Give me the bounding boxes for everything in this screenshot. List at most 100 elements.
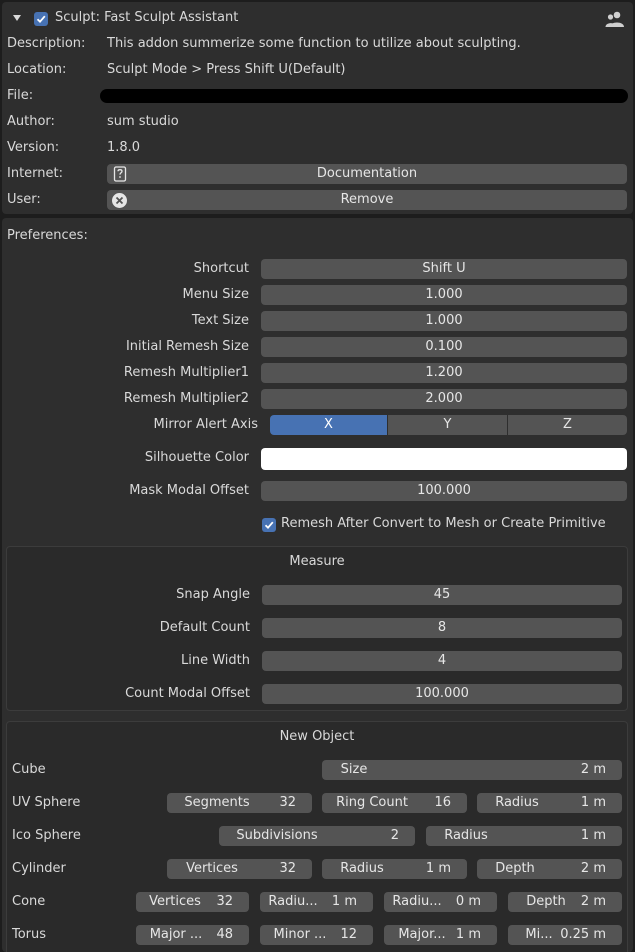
torus-major-segments-value: 48	[216, 927, 233, 942]
remesh-after-checkbox[interactable]	[262, 518, 276, 532]
cone-radius1-field[interactable]: Radiu... 1 m	[260, 892, 373, 912]
cone-depth-key: Depth	[526, 894, 566, 909]
ico-sphere-radius-key: Radius	[444, 828, 488, 843]
addon-enable-checkbox[interactable]	[34, 12, 48, 26]
menu-size-field[interactable]: 1.000	[261, 285, 627, 305]
description-label: Description:	[7, 36, 86, 51]
remesh-mult2-value: 2.000	[425, 391, 463, 406]
default-count-field[interactable]: 8	[262, 618, 622, 638]
line-width-value: 4	[437, 653, 447, 668]
mask-offset-value: 100.000	[417, 483, 471, 498]
uv-sphere-label: UV Sphere	[12, 795, 81, 810]
shortcut-label: Shortcut	[193, 261, 249, 276]
torus-minor-segments-field[interactable]: Minor ... 12	[260, 925, 373, 945]
snap-angle-field[interactable]: 45	[262, 585, 622, 605]
line-width-label: Line Width	[181, 653, 250, 668]
preferences-title: Preferences:	[7, 228, 88, 243]
text-size-value: 1.000	[425, 313, 463, 328]
cylinder-label: Cylinder	[12, 861, 66, 876]
count-offset-field[interactable]: 100.000	[262, 684, 622, 704]
shortcut-field[interactable]: Shift U	[261, 259, 627, 279]
uv-sphere-segments-field[interactable]: Segments 32	[167, 793, 312, 813]
cone-radius2-key: Radiu...	[392, 894, 442, 909]
user-group-icon	[605, 10, 625, 28]
menu-size-label: Menu Size	[182, 287, 249, 302]
axis-x-label: X	[324, 417, 333, 432]
cube-label: Cube	[12, 762, 46, 777]
help-book-icon	[112, 166, 128, 182]
documentation-label: Documentation	[316, 166, 418, 181]
uv-sphere-radius-field[interactable]: Radius 1 m	[477, 793, 622, 813]
menu-size-value: 1.000	[425, 287, 463, 302]
cone-vertices-field[interactable]: Vertices 32	[136, 892, 249, 912]
silhouette-color-label: Silhouette Color	[144, 450, 249, 465]
cylinder-depth-field[interactable]: Depth 2 m	[477, 859, 622, 879]
cylinder-radius-field[interactable]: Radius 1 m	[322, 859, 467, 879]
cube-size-field[interactable]: Size 2 m	[322, 760, 622, 780]
file-path-redacted	[100, 89, 628, 103]
remove-button[interactable]: Remove	[107, 190, 627, 210]
uv-sphere-ring-count-field[interactable]: Ring Count 16	[322, 793, 467, 813]
uv-sphere-ring-count-value: 16	[434, 795, 451, 810]
line-width-field[interactable]: 4	[262, 651, 622, 671]
location-value: Sculpt Mode > Press Shift U(Default)	[107, 62, 346, 77]
location-label: Location:	[7, 62, 67, 77]
ico-sphere-subdivisions-field[interactable]: Subdivisions 2	[219, 826, 415, 846]
mask-offset-label: Mask Modal Offset	[129, 483, 249, 498]
cone-depth-value: 2 m	[580, 894, 606, 909]
text-size-field[interactable]: 1.000	[261, 311, 627, 331]
uv-sphere-radius-key: Radius	[495, 795, 539, 810]
remove-x-icon	[111, 192, 128, 209]
mirror-axis-y-toggle[interactable]: Y	[388, 415, 507, 435]
cube-size-key: Size	[340, 762, 368, 777]
mirror-axis-x-toggle[interactable]: X	[270, 415, 387, 435]
description-value: This addon summerize some function to ut…	[107, 36, 521, 51]
mirror-axis-label: Mirror Alert Axis	[153, 417, 258, 432]
cone-vertices-key: Vertices	[149, 894, 201, 909]
collapse-arrow-icon[interactable]	[12, 12, 24, 26]
initial-remesh-value: 0.100	[425, 339, 463, 354]
ico-sphere-label: Ico Sphere	[12, 828, 81, 843]
remesh-mult2-field[interactable]: 2.000	[261, 389, 627, 409]
new-object-title: New Object	[279, 729, 355, 744]
default-count-value: 8	[437, 620, 447, 635]
cone-depth-field[interactable]: Depth 2 m	[508, 892, 622, 912]
uv-sphere-ring-count-key: Ring Count	[336, 795, 408, 810]
cylinder-radius-value: 1 m	[425, 861, 451, 876]
torus-label: Torus	[12, 927, 47, 942]
cone-radius2-field[interactable]: Radiu... 0 m	[384, 892, 497, 912]
torus-major-segments-key: Major ...	[149, 927, 203, 942]
version-label: Version:	[7, 140, 60, 155]
torus-minor-segments-value: 12	[340, 927, 357, 942]
torus-major-segments-field[interactable]: Major ... 48	[136, 925, 249, 945]
cylinder-vertices-field[interactable]: Vertices 32	[167, 859, 312, 879]
default-count-label: Default Count	[159, 620, 250, 635]
torus-major-radius-value: 1 m	[455, 927, 481, 942]
axis-y-label: Y	[443, 417, 452, 432]
snap-angle-value: 45	[433, 587, 451, 602]
uv-sphere-radius-value: 1 m	[580, 795, 606, 810]
mirror-axis-z-toggle[interactable]: Z	[508, 415, 627, 435]
axis-z-label: Z	[563, 417, 572, 432]
mask-offset-field[interactable]: 100.000	[261, 481, 627, 501]
silhouette-color-swatch[interactable]	[261, 448, 627, 470]
cone-radius1-value: 1 m	[331, 894, 357, 909]
ico-sphere-radius-field[interactable]: Radius 1 m	[426, 826, 622, 846]
documentation-button[interactable]: Documentation	[107, 164, 627, 184]
shortcut-value: Shift U	[422, 261, 466, 276]
torus-minor-radius-field[interactable]: Mi... 0.25 m	[508, 925, 622, 945]
ico-sphere-subdivisions-value: 2	[390, 828, 399, 843]
snap-angle-label: Snap Angle	[176, 587, 250, 602]
cylinder-vertices-key: Vertices	[186, 861, 238, 876]
ico-sphere-radius-value: 1 m	[580, 828, 606, 843]
user-label: User:	[7, 192, 41, 207]
uv-sphere-segments-key: Segments	[184, 795, 250, 810]
remesh-mult1-field[interactable]: 1.200	[261, 363, 627, 383]
count-offset-value: 100.000	[415, 686, 469, 701]
torus-minor-radius-value: 0.25 m	[560, 927, 606, 942]
cube-size-value: 2 m	[580, 762, 606, 777]
cylinder-vertices-value: 32	[279, 861, 296, 876]
torus-major-radius-field[interactable]: Major... 1 m	[384, 925, 497, 945]
initial-remesh-field[interactable]: 0.100	[261, 337, 627, 357]
cone-radius2-value: 0 m	[455, 894, 481, 909]
